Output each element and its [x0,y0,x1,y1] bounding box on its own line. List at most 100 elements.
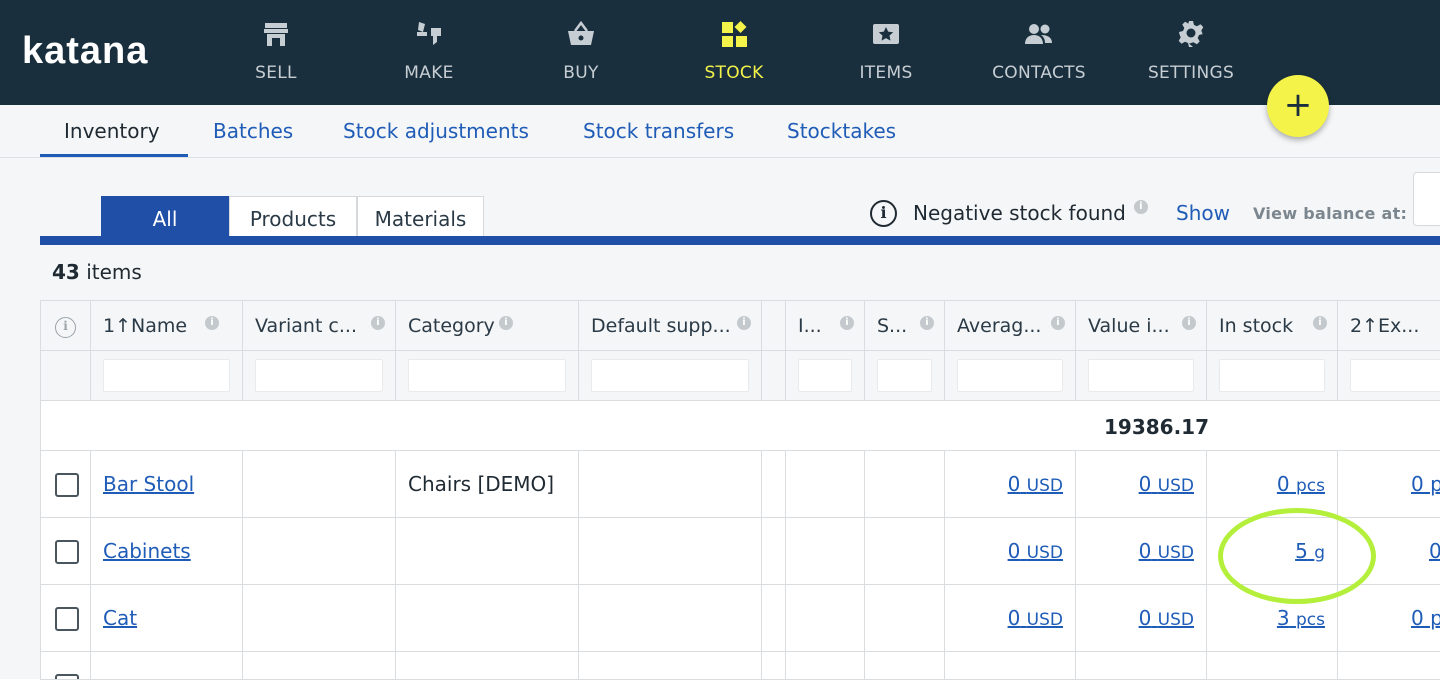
info-circle-icon[interactable]: i [55,317,76,338]
info-icon[interactable]: i [1313,316,1327,330]
nav-settings[interactable]: SETTINGS [1131,14,1251,94]
row-checkbox[interactable] [55,674,79,679]
cell-variant [243,451,396,517]
in-stock-link[interactable]: 0 pcs [1277,472,1325,496]
cell-name: Cat [91,585,243,651]
info-icon[interactable]: i [1133,200,1148,214]
row-checkbox[interactable] [55,473,79,497]
column-header-category[interactable]: Category i [396,301,579,350]
column-header-s[interactable]: S... i [865,301,945,350]
average-cost-link[interactable]: 0 USD [1008,472,1063,496]
row-select-cell [41,518,91,584]
tab-stock-adjustments[interactable]: Stock adjustments [343,119,529,143]
column-header-i[interactable]: I... i [786,301,865,350]
table-row [41,652,1440,679]
row-checkbox[interactable] [55,540,79,564]
expected-link[interactable]: 0 [1429,539,1440,563]
info-icon[interactable]: i [737,316,751,330]
nav-label-items: ITEMS [859,63,913,83]
view-balance-label: View balance at: [1253,204,1408,223]
in-stock-filter-input[interactable] [1219,359,1325,392]
cell-in-stock: 0 pcs [1207,451,1338,517]
cell-spacer [762,652,786,679]
filter-cell-spacer [762,351,786,400]
tab-stocktakes[interactable]: Stocktakes [787,119,896,143]
cell-spacer [762,585,786,651]
info-icon[interactable]: i [499,316,513,330]
value-in-stock-link[interactable]: 0 USD [1139,472,1194,496]
nav-make[interactable]: MAKE [369,14,489,94]
cell-variant [243,652,396,679]
filter-cell-in-stock [1207,351,1338,400]
tab-inventory[interactable]: Inventory [64,119,160,143]
column-header-name[interactable]: 1↑Name i [91,301,243,350]
value-in-stock-link[interactable]: 0 USD [1139,606,1194,630]
tab-stock-transfers[interactable]: Stock transfers [583,119,734,143]
item-name-link[interactable]: Cat [103,606,137,630]
tab-batches[interactable]: Batches [213,119,293,143]
nav-items[interactable]: ITEMS [826,14,946,94]
cell-supplier [579,451,762,517]
nav-stock[interactable]: STOCK [674,14,794,94]
average-cost-link[interactable]: 0 USD [1008,606,1063,630]
cell-i [786,652,865,679]
value-in-stock-link[interactable]: 0 USD [1139,539,1194,563]
add-button[interactable]: + [1267,75,1329,137]
in-stock-link[interactable]: 3 pcs [1277,606,1325,630]
nav-label-sell: SELL [255,63,297,83]
average-filter-input[interactable] [957,359,1063,392]
cell-in-stock: 3 pcs [1207,585,1338,651]
name-filter-input[interactable] [103,359,230,392]
show-negative-stock-link[interactable]: Show [1176,201,1230,225]
cell-in-stock: 5 g [1207,518,1338,584]
cell-value-in-stock: 0 USD [1076,451,1207,517]
nav-sell[interactable]: SELL [216,14,336,94]
value-filter-input[interactable] [1088,359,1194,392]
filter-cell-supplier [579,351,762,400]
row-select-cell [41,652,91,679]
column-header-default-supplier[interactable]: Default supp... i [579,301,762,350]
cell-category: Chairs [DEMO] [396,451,579,517]
column-header-expected[interactable]: 2↑Ex... [1338,301,1440,350]
top-navigation-bar: katana SELL MAKE BUY STOCK ITEMS CONTACT… [0,0,1440,105]
expected-filter-input[interactable] [1350,359,1440,392]
column-header-in-stock[interactable]: In stock i [1207,301,1338,350]
header-select-cell: i [41,301,91,350]
i-filter-input[interactable] [798,359,852,392]
table-row: Cabinets 0 USD 0 USD 5 g 0 [41,518,1440,585]
item-name-link[interactable]: Cabinets [103,539,191,563]
filter-tab-products[interactable]: Products [229,196,357,238]
in-stock-link[interactable]: 5 g [1295,539,1325,563]
nav-label-stock: STOCK [704,63,764,83]
expected-link[interactable]: 0 p [1411,472,1440,496]
nav-buy[interactable]: BUY [521,14,641,94]
cell-value-in-stock [1076,652,1207,679]
category-filter-input[interactable] [408,359,566,392]
supplier-filter-input[interactable] [591,359,749,392]
cell-average-cost: 0 USD [945,585,1076,651]
balance-date-picker[interactable] [1413,172,1440,226]
info-icon[interactable]: i [205,316,219,330]
row-checkbox[interactable] [55,607,79,631]
s-filter-input[interactable] [877,359,932,392]
table-filter-row [41,351,1440,401]
variant-filter-input[interactable] [255,359,383,392]
info-icon[interactable]: i [840,316,854,330]
nav-contacts[interactable]: CONTACTS [979,14,1099,94]
cell-s [865,451,945,517]
info-icon[interactable]: i [1182,316,1196,330]
filter-tab-materials[interactable]: Materials [357,196,484,238]
cell-i [786,585,865,651]
column-header-average-cost[interactable]: Averag... i [945,301,1076,350]
info-icon[interactable]: i [371,316,385,330]
item-name-link[interactable]: Bar Stool [103,472,194,496]
katana-logo[interactable]: katana [22,30,148,73]
value-in-stock-total: 19386.17 [1104,415,1210,439]
info-icon[interactable]: i [1051,316,1065,330]
expected-link[interactable]: 0 p [1411,606,1440,630]
column-header-value-in-stock[interactable]: Value i... i [1076,301,1207,350]
info-icon[interactable]: i [920,316,934,330]
filter-tab-all[interactable]: All [101,196,229,238]
column-header-variant-code[interactable]: Variant c... i [243,301,396,350]
average-cost-link[interactable]: 0 USD [1008,539,1063,563]
